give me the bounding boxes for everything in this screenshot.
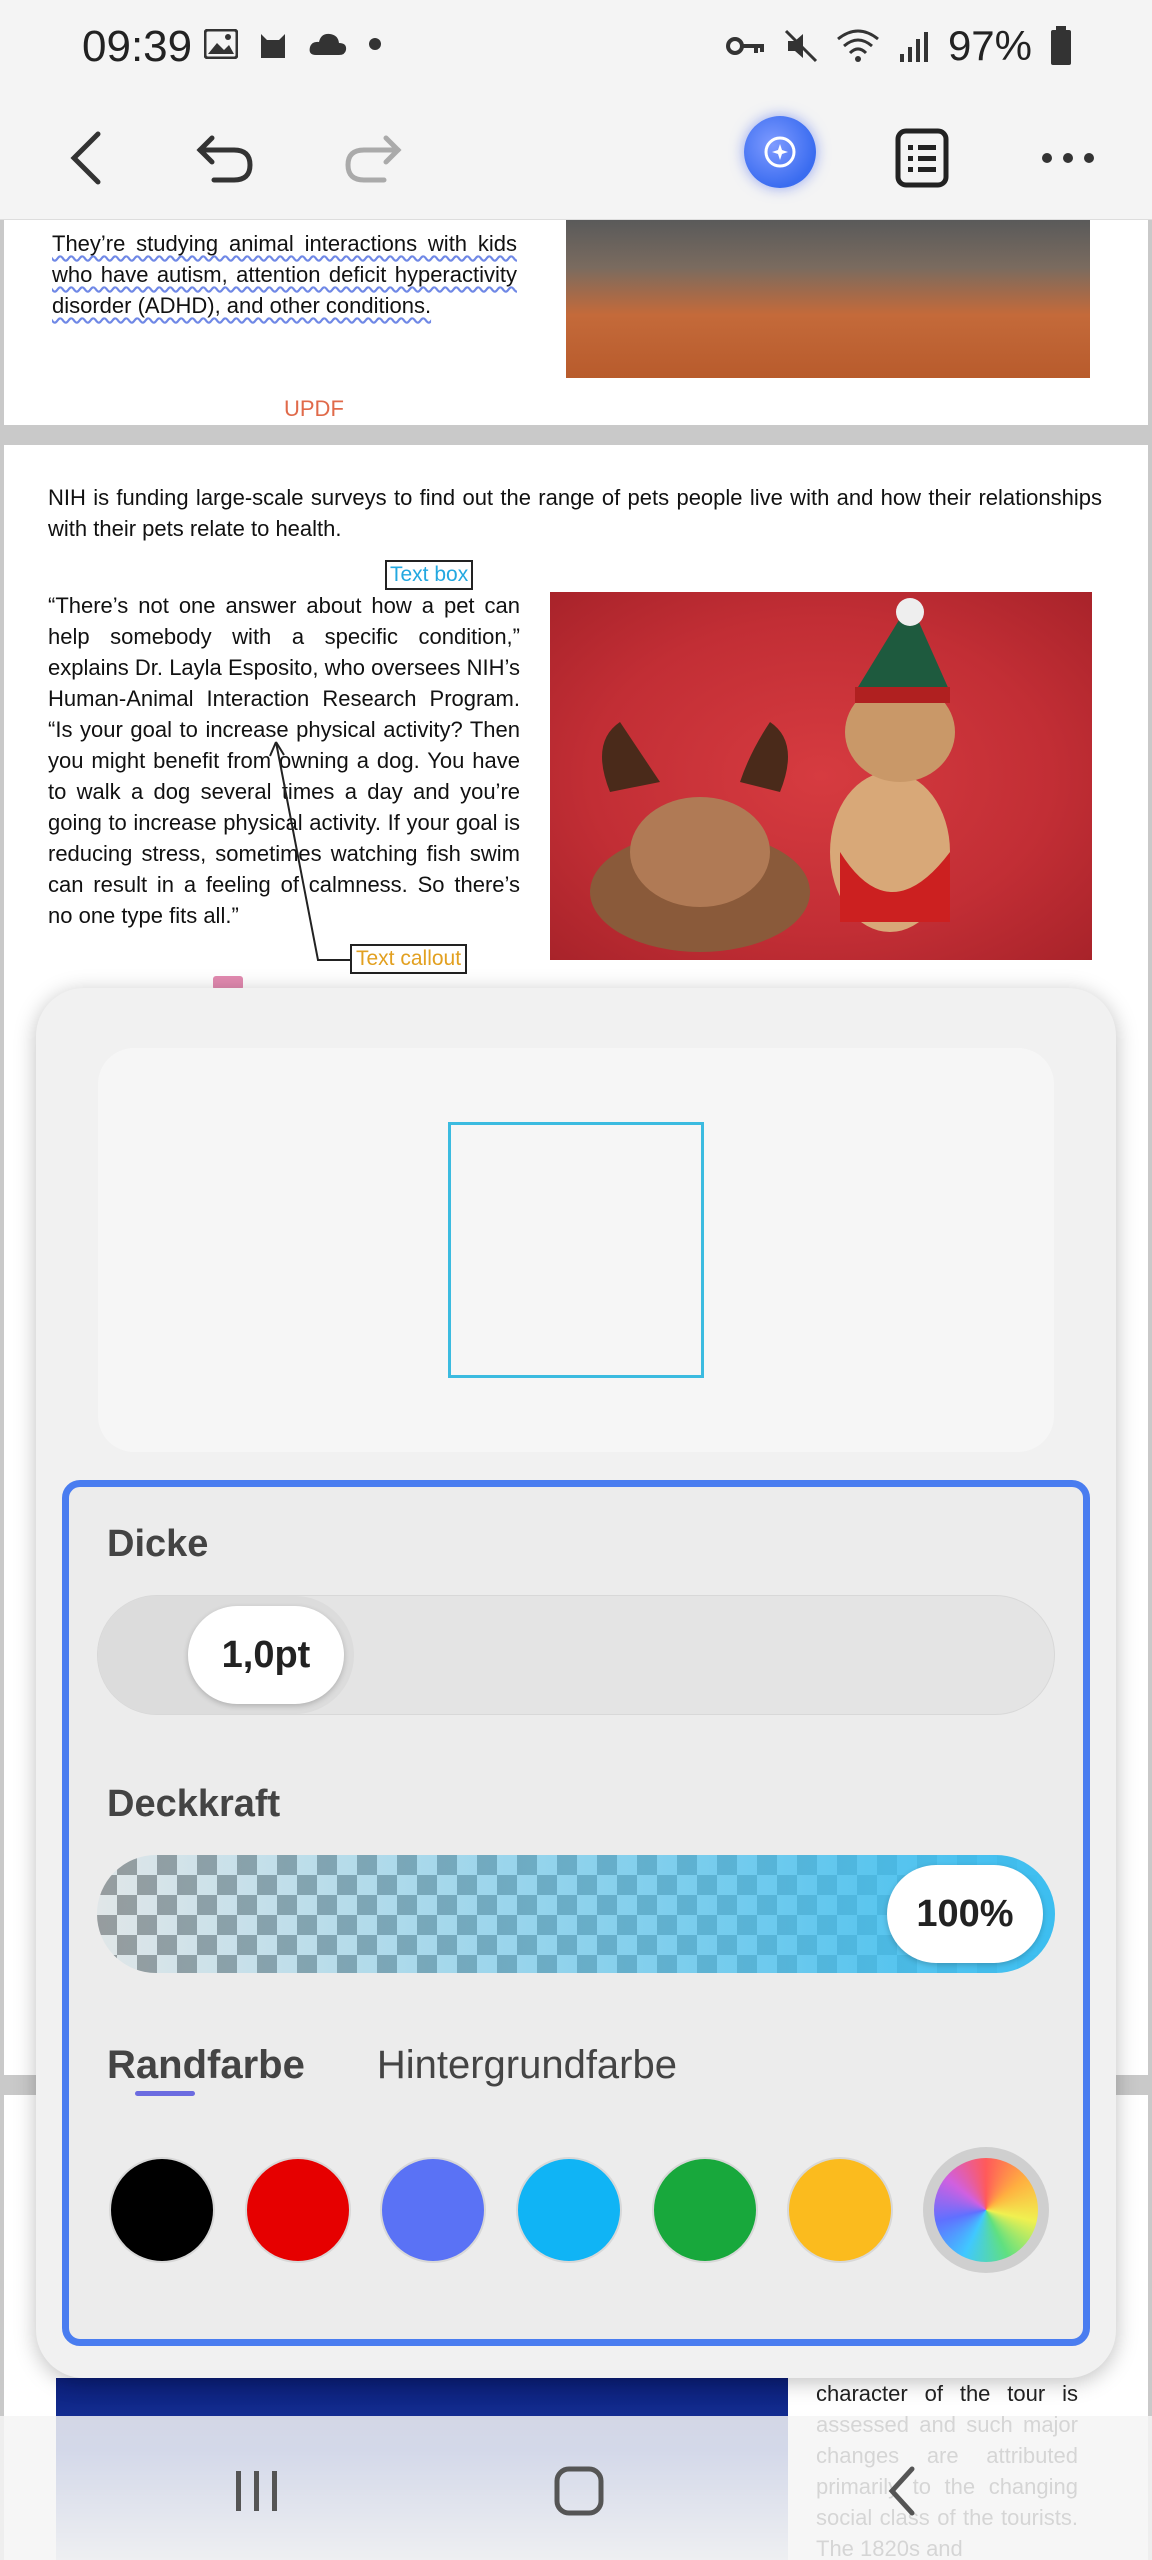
back-button[interactable] (42, 114, 130, 202)
text-box-annotation[interactable]: Text box (385, 560, 474, 590)
cat-icon (261, 34, 285, 58)
custom-color-button[interactable] (922, 2147, 1049, 2273)
status-bar: 09:39 97% (0, 0, 1152, 96)
battery-percentage: 97% (947, 22, 1032, 69)
signal-icon (899, 32, 928, 62)
back-nav-icon (888, 2466, 915, 2516)
key-icon (725, 37, 764, 55)
color-wheel-icon (933, 2158, 1038, 2262)
status-time: 09:39 (82, 22, 193, 71)
recents-button[interactable] (212, 2456, 302, 2526)
outline-icon (895, 128, 949, 188)
shape-preview (98, 1048, 1054, 1452)
pdf-page-1: They’re studying animal interactions wit… (4, 220, 1148, 425)
color-swatch-red[interactable] (244, 2157, 351, 2263)
back-icon (70, 131, 101, 185)
rectangle-preview (448, 1122, 704, 1378)
page2-paragraph-1: NIH is funding large-scale surveys to fi… (48, 485, 1102, 541)
tab-border-color[interactable]: Randfarbe (107, 2043, 305, 2088)
tab-background-color[interactable]: Hintergrundfarbe (377, 2043, 677, 2088)
color-swatch-light-blue[interactable] (515, 2157, 622, 2263)
back-nav-button[interactable] (856, 2456, 946, 2526)
outline-button[interactable] (878, 114, 966, 202)
settings-section: Dicke 1,0pt Deckkraft 100% Randfarbe Hin… (62, 1480, 1090, 2346)
battery-icon (1051, 26, 1071, 65)
undo-button[interactable] (182, 114, 270, 202)
color-swatch-black[interactable] (109, 2157, 215, 2263)
wifi-icon (837, 29, 879, 62)
opacity-slider-thumb[interactable]: 100% (887, 1865, 1043, 1963)
status-left-icons (204, 28, 382, 60)
home-icon (554, 2466, 604, 2516)
color-swatches (109, 2147, 1049, 2273)
thickness-label: Dicke (107, 1523, 209, 1565)
text-callout-annotation[interactable]: Text callout (350, 944, 468, 974)
active-tab-indicator (135, 2091, 195, 2096)
cat-photo (566, 220, 1090, 378)
ai-assistant-button[interactable] (744, 116, 816, 188)
more-icon (1042, 153, 1094, 163)
top-toolbar (0, 96, 1152, 220)
thickness-slider[interactable]: 1,0pt (97, 1595, 1055, 1715)
cloud-icon (309, 33, 347, 55)
color-tabs: Randfarbe Hintergrundfarbe (107, 2043, 677, 2088)
color-swatch-yellow[interactable] (787, 2157, 894, 2263)
thickness-slider-thumb[interactable]: 1,0pt (188, 1606, 344, 1704)
dogs-illustration (590, 598, 955, 952)
dot-icon (369, 38, 381, 50)
more-options-button[interactable] (1024, 114, 1112, 202)
redo-icon (345, 135, 402, 183)
updf-watermark: UPDF (284, 396, 344, 421)
system-navigation-bar (0, 2416, 1152, 2560)
ai-assistant-icon (764, 136, 796, 168)
home-button[interactable] (534, 2456, 624, 2526)
redo-button[interactable] (328, 114, 416, 202)
color-swatch-blue[interactable] (380, 2157, 487, 2263)
opacity-label: Deckkraft (107, 1783, 281, 1825)
recents-icon (236, 2471, 277, 2511)
gallery-icon (204, 29, 238, 59)
page1-text: They’re studying animal interactions wit… (52, 231, 517, 318)
opacity-slider[interactable]: 100% (97, 1855, 1055, 1973)
dogs-photo (550, 592, 1092, 960)
mute-icon (784, 29, 817, 63)
undo-icon (196, 135, 253, 183)
shape-properties-panel: Dicke 1,0pt Deckkraft 100% Randfarbe Hin… (36, 988, 1116, 2378)
status-right-icons: 97% (725, 22, 1072, 70)
page2-paragraph-2: “There’s not one answer about how a pet … (48, 593, 520, 928)
color-swatch-green[interactable] (651, 2157, 758, 2263)
